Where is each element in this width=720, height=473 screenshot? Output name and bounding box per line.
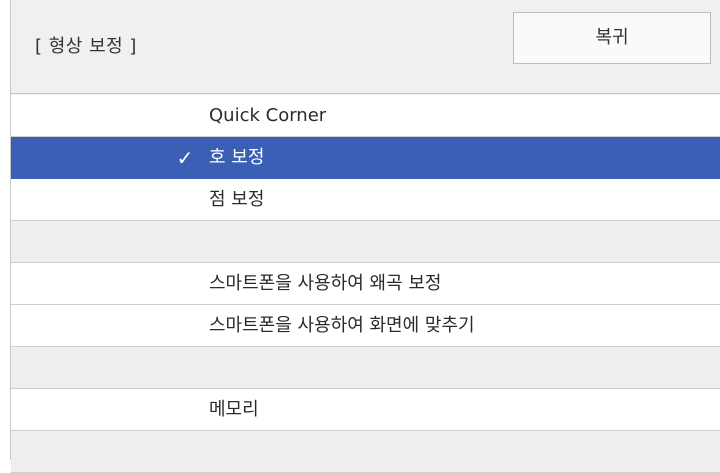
- menu-spacer: [11, 431, 720, 473]
- menu-item-memory[interactable]: 메모리: [11, 389, 720, 431]
- menu-item-smartphone-fit-to-screen[interactable]: 스마트폰을 사용하여 화면에 맞추기: [11, 305, 720, 347]
- menu-list: Quick Corner ✓ 호 보정 점 보정 스마트폰을 사용하여 왜곡 보…: [11, 95, 720, 473]
- menu-spacer: [11, 347, 720, 389]
- menu-item-smartphone-distortion-correction[interactable]: 스마트폰을 사용하여 왜곡 보정: [11, 263, 720, 305]
- menu-item-curved-surface-correction[interactable]: ✓ 호 보정: [11, 137, 720, 179]
- menu-spacer: [11, 221, 720, 263]
- checkmark-icon: ✓: [176, 146, 194, 170]
- menu-item-label: 스마트폰을 사용하여 화면에 맞추기: [209, 315, 475, 336]
- menu-item-label: 점 보정: [209, 189, 265, 210]
- menu-item-label: Quick Corner: [209, 105, 327, 126]
- geometry-correction-panel: [ 형상 보정 ] 복귀 Quick Corner ✓ 호 보정 점 보정 스마…: [10, 0, 720, 473]
- page-title: [ 형상 보정 ]: [35, 36, 137, 57]
- menu-item-label: 스마트폰을 사용하여 왜곡 보정: [209, 273, 442, 294]
- header-divider: [11, 93, 720, 94]
- back-button[interactable]: 복귀: [513, 12, 711, 64]
- menu-item-label: 메모리: [209, 399, 259, 420]
- menu-item-quick-corner[interactable]: Quick Corner: [11, 95, 720, 137]
- menu-item-point-correction[interactable]: 점 보정: [11, 179, 720, 221]
- menu-item-label: 호 보정: [209, 147, 265, 168]
- panel-header: [ 형상 보정 ] 복귀: [11, 0, 720, 93]
